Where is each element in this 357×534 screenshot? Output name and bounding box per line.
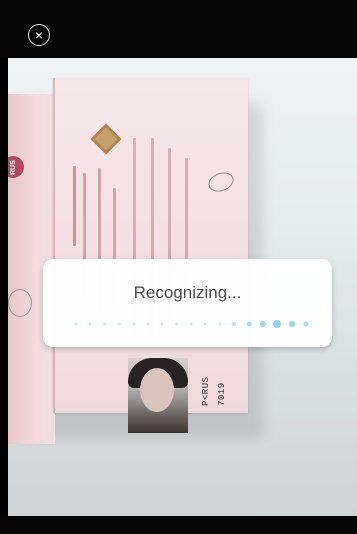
progress-dot <box>273 320 282 328</box>
country-badge: RUS <box>8 156 24 178</box>
progress-dot <box>232 322 237 326</box>
progress-indicator <box>74 319 309 329</box>
progress-dot <box>189 322 193 326</box>
progress-dot <box>288 321 295 327</box>
dialog-title: Recognizing... <box>133 283 242 302</box>
passport-fold <box>53 78 55 413</box>
holder-photo <box>128 358 188 433</box>
progress-dot <box>88 322 92 326</box>
signature-stamp <box>8 289 32 317</box>
mrz-zone: P<RUS 7019 <box>195 86 245 406</box>
progress-dot <box>246 321 251 327</box>
hologram-emblem <box>90 123 122 155</box>
progress-dot <box>160 322 164 326</box>
progress-dot <box>203 322 207 326</box>
progress-dot <box>259 321 266 327</box>
progress-dot <box>74 322 78 326</box>
recognizing-dialog: Recognizing... <box>43 259 332 347</box>
progress-dot <box>132 322 135 326</box>
progress-dot <box>175 322 179 326</box>
progress-dot <box>103 322 107 326</box>
close-button[interactable]: × <box>28 24 50 46</box>
progress-dot <box>303 321 309 327</box>
text-column <box>73 166 76 246</box>
bottom-bar <box>0 516 357 534</box>
progress-dot <box>117 322 121 326</box>
photo-face <box>140 368 174 412</box>
mrz-line-2: 7019 <box>217 382 227 406</box>
progress-dot <box>218 322 222 326</box>
mrz-line-1: P<RUS <box>201 376 211 406</box>
close-icon: × <box>34 27 44 43</box>
progress-dot <box>146 322 150 326</box>
top-bar: × <box>0 0 357 58</box>
